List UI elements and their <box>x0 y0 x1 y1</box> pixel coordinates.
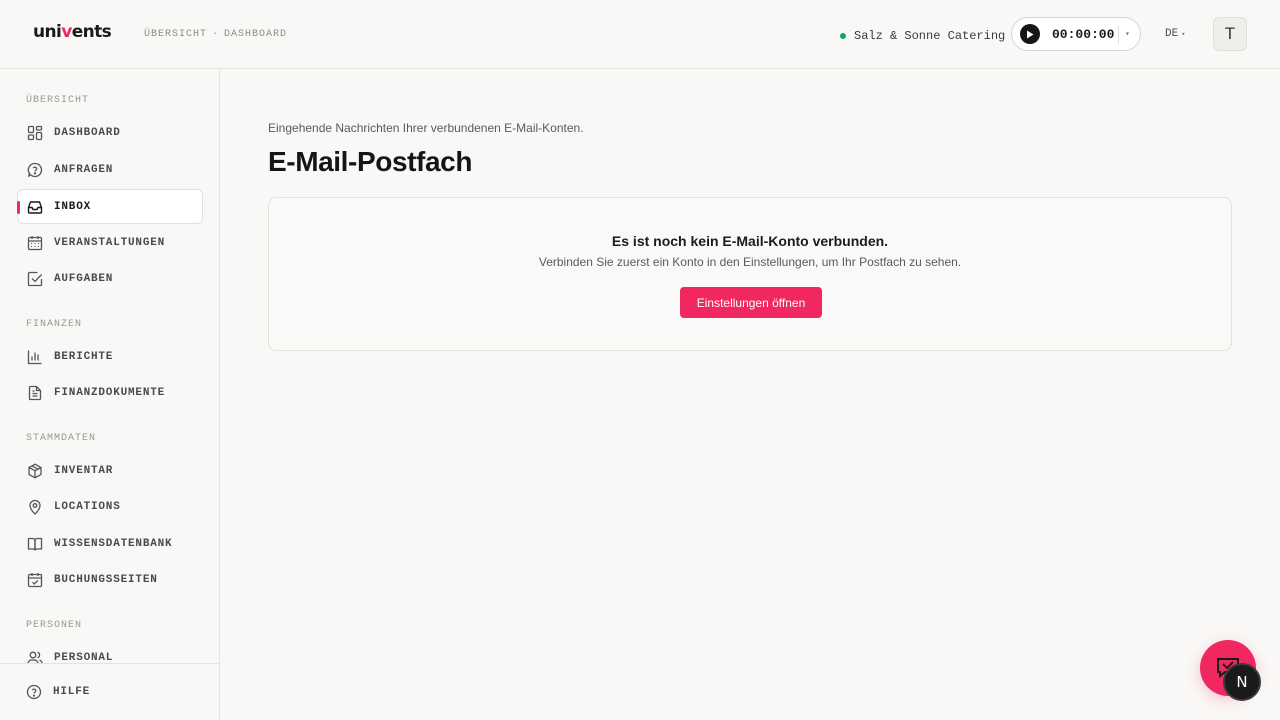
chevron-down-icon: ▾ <box>1181 31 1186 39</box>
dev-tools-badge[interactable]: N <box>1223 663 1261 701</box>
company-name: Salz & Sonne Catering <box>854 29 1006 43</box>
breadcrumb: ÜBERSICHT · DASHBOARD <box>144 29 287 40</box>
calendar-check-icon <box>27 572 43 587</box>
logo-part-3: ents <box>71 22 112 42</box>
user-avatar[interactable]: T <box>1213 17 1247 51</box>
empty-state-text: Verbinden Sie zuerst ein Konto in den Ei… <box>538 255 962 269</box>
section-title-personen: PERSONEN <box>26 620 83 631</box>
sidebar-item-label: ANFRAGEN <box>54 163 114 176</box>
page-title: E-Mail-Postfach <box>268 146 473 177</box>
sidebar-item-wissensdatenbank[interactable]: WISSENSDATENBANK <box>17 526 203 561</box>
timer-divider <box>1118 25 1119 44</box>
empty-state-card: Es ist noch kein E-Mail-Konto verbunden.… <box>268 197 1232 351</box>
sidebar-item-label: PERSONAL <box>54 651 114 664</box>
sidebar-item-label: BERICHTE <box>54 350 114 363</box>
sidebar-item-label: INBOX <box>54 200 92 213</box>
sidebar-footer: HILFE <box>0 663 219 720</box>
help-circle-icon <box>26 684 42 700</box>
online-status-dot <box>840 33 846 39</box>
dashboard-icon <box>27 125 43 140</box>
calendar-icon <box>27 235 43 250</box>
question-circle-icon <box>27 162 43 177</box>
document-icon <box>28 385 42 400</box>
play-button[interactable] <box>1020 24 1040 44</box>
time-tracker: 00:00:00 ▾ <box>1011 17 1141 51</box>
bar-chart-icon <box>27 350 42 364</box>
sidebar-item-finanzdokumente[interactable]: FINANZDOKUMENTE <box>17 375 203 410</box>
sidebar-item-hilfe[interactable]: HILFE <box>26 684 90 700</box>
sidebar-item-label: FINANZDOKUMENTE <box>54 386 166 399</box>
sidebar-item-label: BUCHUNGSSEITEN <box>54 573 158 586</box>
page-subtitle: Eingehende Nachrichten Ihrer verbundenen… <box>268 121 584 135</box>
breadcrumb-overview[interactable]: ÜBERSICHT <box>144 29 207 40</box>
app-logo[interactable]: univents <box>33 22 112 42</box>
sidebar-item-inventar[interactable]: INVENTAR <box>17 453 203 488</box>
breadcrumb-separator: · <box>212 29 220 40</box>
inbox-icon <box>27 200 43 214</box>
open-settings-button[interactable]: Einstellungen öffnen <box>680 287 822 318</box>
sidebar-item-veranstaltungen[interactable]: VERANSTALTUNGEN <box>17 225 203 260</box>
logo-part-1: uni <box>33 22 62 42</box>
checkbox-icon <box>27 271 43 286</box>
sidebar-item-label: INVENTAR <box>54 464 114 477</box>
language-selector[interactable]: DE ▾ <box>1165 28 1185 40</box>
map-pin-icon <box>29 499 41 515</box>
logo-accent: v <box>61 22 72 42</box>
top-header: univents ÜBERSICHT · DASHBOARD Salz & Sonn… <box>0 0 1280 69</box>
section-title-stammdaten: STAMMDATEN <box>26 433 97 444</box>
book-icon <box>27 537 43 551</box>
box-icon <box>28 462 42 479</box>
sidebar-item-label: WISSENSDATENBANK <box>54 537 173 550</box>
sidebar-item-locations[interactable]: LOCATIONS <box>17 489 203 524</box>
sidebar-item-label: DASHBOARD <box>54 126 121 139</box>
timer-display: 00:00:00 <box>1052 26 1115 42</box>
sidebar-item-anfragen[interactable]: ANFRAGEN <box>17 152 203 187</box>
sidebar-item-label: VERANSTALTUNGEN <box>54 236 166 249</box>
section-title-finanzen: FINANZEN <box>26 319 83 330</box>
timer-dropdown-icon[interactable]: ▾ <box>1125 29 1130 39</box>
empty-state-title: Es ist noch kein E-Mail-Konto verbunden. <box>611 233 889 249</box>
company-switcher[interactable]: Salz & Sonne Catering <box>840 29 1005 43</box>
play-icon <box>1027 30 1034 38</box>
sidebar-item-label: LOCATIONS <box>54 500 121 513</box>
sidebar-item-berichte[interactable]: BERICHTE <box>17 339 203 374</box>
sidebar-item-dashboard[interactable]: DASHBOARD <box>17 115 203 150</box>
sidebar-item-label: AUFGABEN <box>54 272 114 285</box>
sidebar: ÜBERSICHT DASHBOARD ANFRAGEN INBOX VERAN… <box>0 69 220 720</box>
sidebar-item-label: HILFE <box>53 686 91 698</box>
sidebar-item-aufgaben[interactable]: AUFGABEN <box>17 261 203 296</box>
sidebar-item-buchungsseiten[interactable]: BUCHUNGSSEITEN <box>17 562 203 597</box>
section-title-overview: ÜBERSICHT <box>26 95 90 106</box>
language-label: DE <box>1165 28 1179 40</box>
sidebar-item-inbox[interactable]: INBOX <box>17 189 203 224</box>
breadcrumb-dashboard[interactable]: DASHBOARD <box>224 29 287 40</box>
